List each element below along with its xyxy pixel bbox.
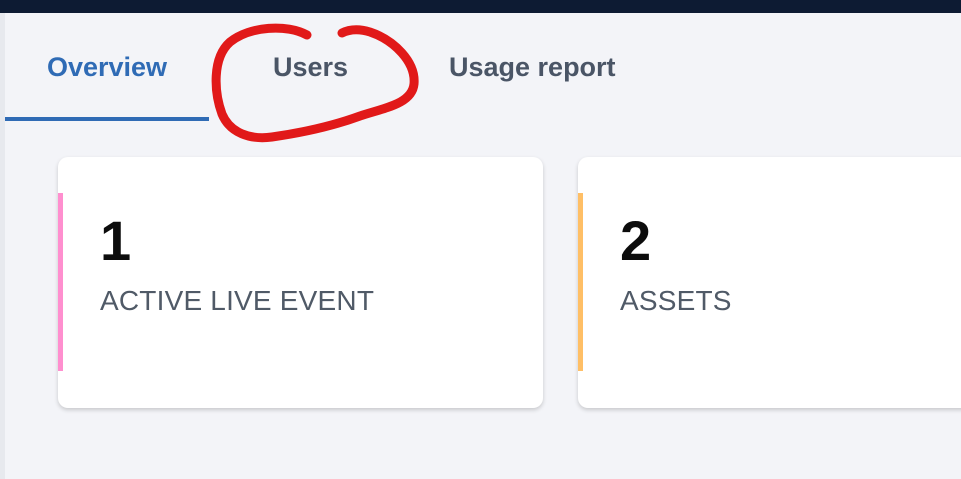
stat-label: ASSETS — [620, 285, 732, 316]
tab-overview[interactable]: Overview — [5, 13, 209, 121]
tab-bar: Overview Users Usage report — [5, 13, 961, 121]
card-accent-bar — [58, 193, 63, 371]
active-tab-indicator — [5, 117, 209, 121]
stat-card-active-live-event[interactable]: 1 ACTIVE LIVE EVENT — [58, 157, 543, 408]
stat-value: 1 — [100, 209, 132, 272]
tab-users[interactable]: Users — [273, 13, 353, 121]
card-accent-bar — [578, 193, 583, 371]
stat-value: 2 — [620, 209, 652, 272]
tab-usage-report[interactable]: Usage report — [449, 13, 659, 121]
stat-card-assets[interactable]: 2 ASSETS — [578, 157, 961, 408]
stat-label: ACTIVE LIVE EVENT — [100, 285, 375, 316]
top-app-bar — [0, 0, 961, 13]
